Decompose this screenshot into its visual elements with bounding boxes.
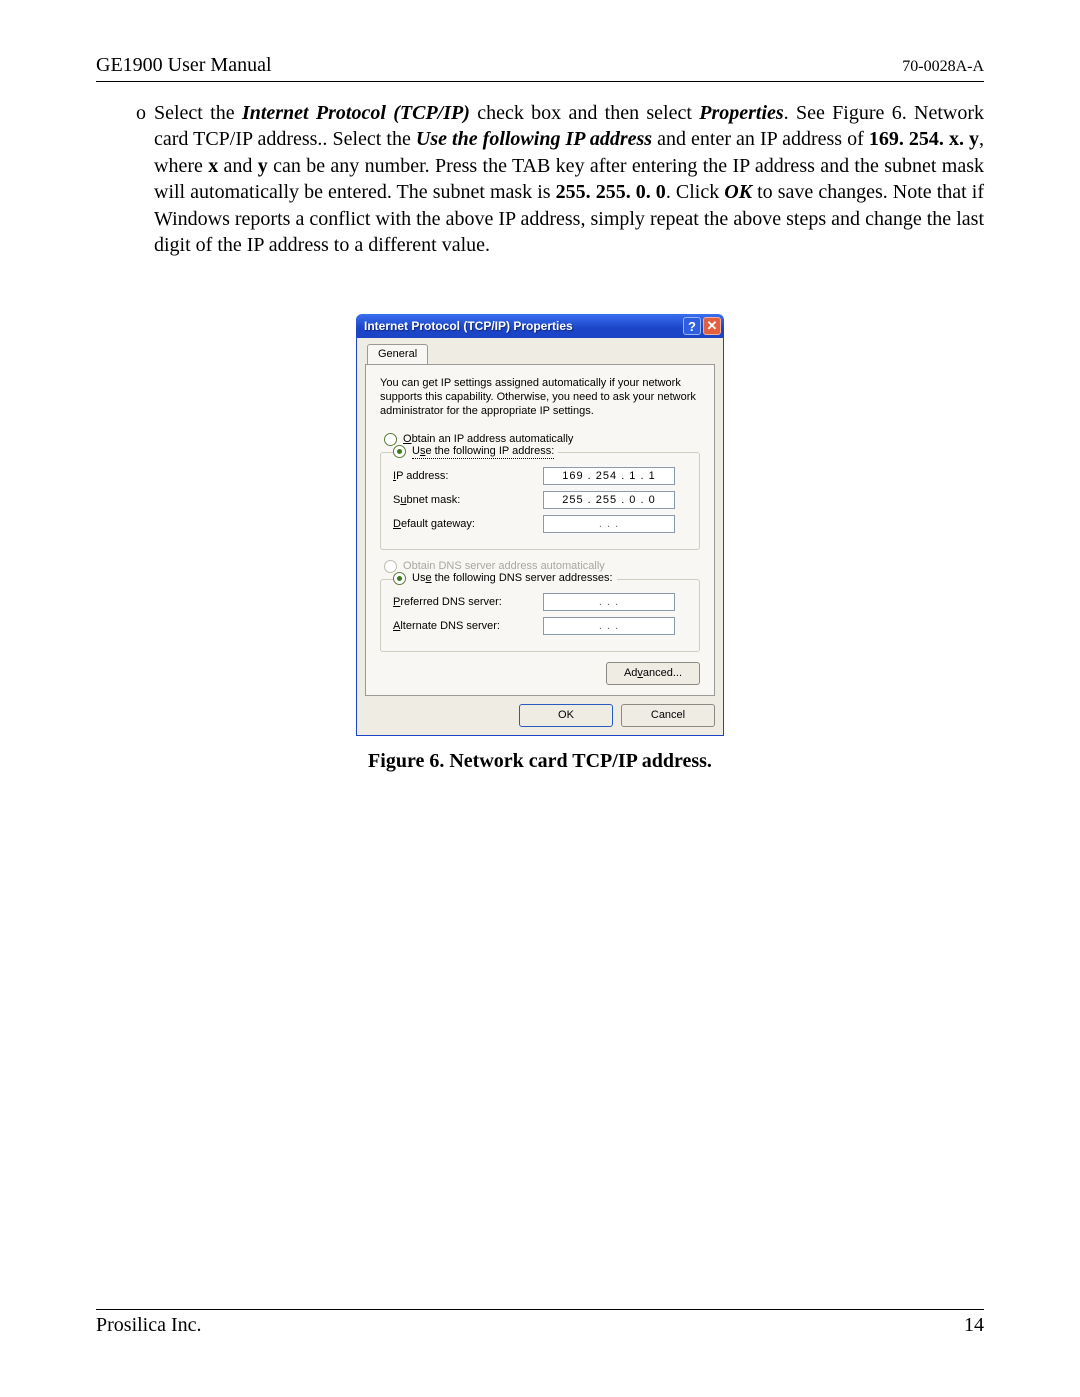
radio-label: Obtain an IP address automatically (403, 433, 573, 445)
label-preferred-dns: Preferred DNS server: (393, 596, 543, 608)
dns-group: Use the following DNS server addresses: … (380, 579, 700, 652)
para-text: Select the (154, 102, 242, 124)
input-default-gateway[interactable]: . . . (543, 515, 675, 533)
header-docnum: 70-0028A-A (902, 58, 984, 76)
close-button[interactable]: ✕ (703, 317, 721, 335)
para-text: check box and then select (470, 102, 699, 124)
label-alternate-dns: Alternate DNS server: (393, 620, 543, 632)
figure-caption: Figure 6. Network card TCP/IP address. (96, 750, 984, 773)
body-paragraph: o Select the Internet Protocol (TCP/IP) … (96, 100, 984, 258)
para-text: y (258, 155, 268, 177)
tab-general[interactable]: General (367, 344, 428, 364)
dialog-description: You can get IP settings assigned automat… (380, 377, 700, 418)
label-ip-address: IP address: (393, 470, 543, 482)
para-text: 169. 254. x. y (869, 128, 979, 150)
ip-address-group: Use the following IP address: IP address… (380, 452, 700, 550)
para-text: Internet Protocol (TCP/IP) (242, 102, 470, 124)
radio-use-following-ip[interactable] (393, 445, 406, 458)
tcpip-properties-dialog: Internet Protocol (TCP/IP) Properties ? … (356, 314, 724, 735)
radio-label: Obtain DNS server address automatically (403, 560, 605, 572)
ok-button[interactable]: OK (519, 704, 613, 727)
para-text: Properties (699, 102, 783, 124)
radio-label: Use the following IP address: (412, 445, 554, 459)
footer-company: Prosilica Inc. (96, 1314, 202, 1337)
input-preferred-dns[interactable]: . . . (543, 593, 675, 611)
input-subnet-mask[interactable]: 255 . 255 . 0 . 0 (543, 491, 675, 509)
para-text: OK (724, 181, 752, 203)
help-button[interactable]: ? (683, 317, 701, 335)
dialog-title: Internet Protocol (TCP/IP) Properties (364, 319, 681, 333)
para-text: Use the following IP address (416, 128, 652, 150)
page-header: GE1900 User Manual 70-0028A-A (96, 54, 984, 82)
label-default-gateway: Default gateway: (393, 518, 543, 530)
para-text: x (208, 155, 218, 177)
para-text: and (218, 155, 258, 177)
input-alternate-dns[interactable]: . . . (543, 617, 675, 635)
advanced-button[interactable]: Advanced... (606, 662, 700, 685)
page-footer: Prosilica Inc. 14 (96, 1309, 984, 1337)
para-text: and enter an IP address of (652, 128, 869, 150)
label-subnet-mask: Subnet mask: (393, 494, 543, 506)
para-text: 255. 255. 0. 0 (556, 181, 666, 203)
input-ip-address[interactable]: 169 . 254 . 1 . 1 (543, 467, 675, 485)
dialog-titlebar[interactable]: Internet Protocol (TCP/IP) Properties ? … (356, 314, 724, 338)
radio-use-following-dns[interactable] (393, 572, 406, 585)
footer-pagenum: 14 (964, 1314, 984, 1337)
cancel-button[interactable]: Cancel (621, 704, 715, 727)
list-bullet: o (96, 100, 154, 258)
para-text: . Click (666, 181, 724, 203)
radio-label: Use the following DNS server addresses: (412, 572, 613, 584)
header-title: GE1900 User Manual (96, 54, 272, 77)
